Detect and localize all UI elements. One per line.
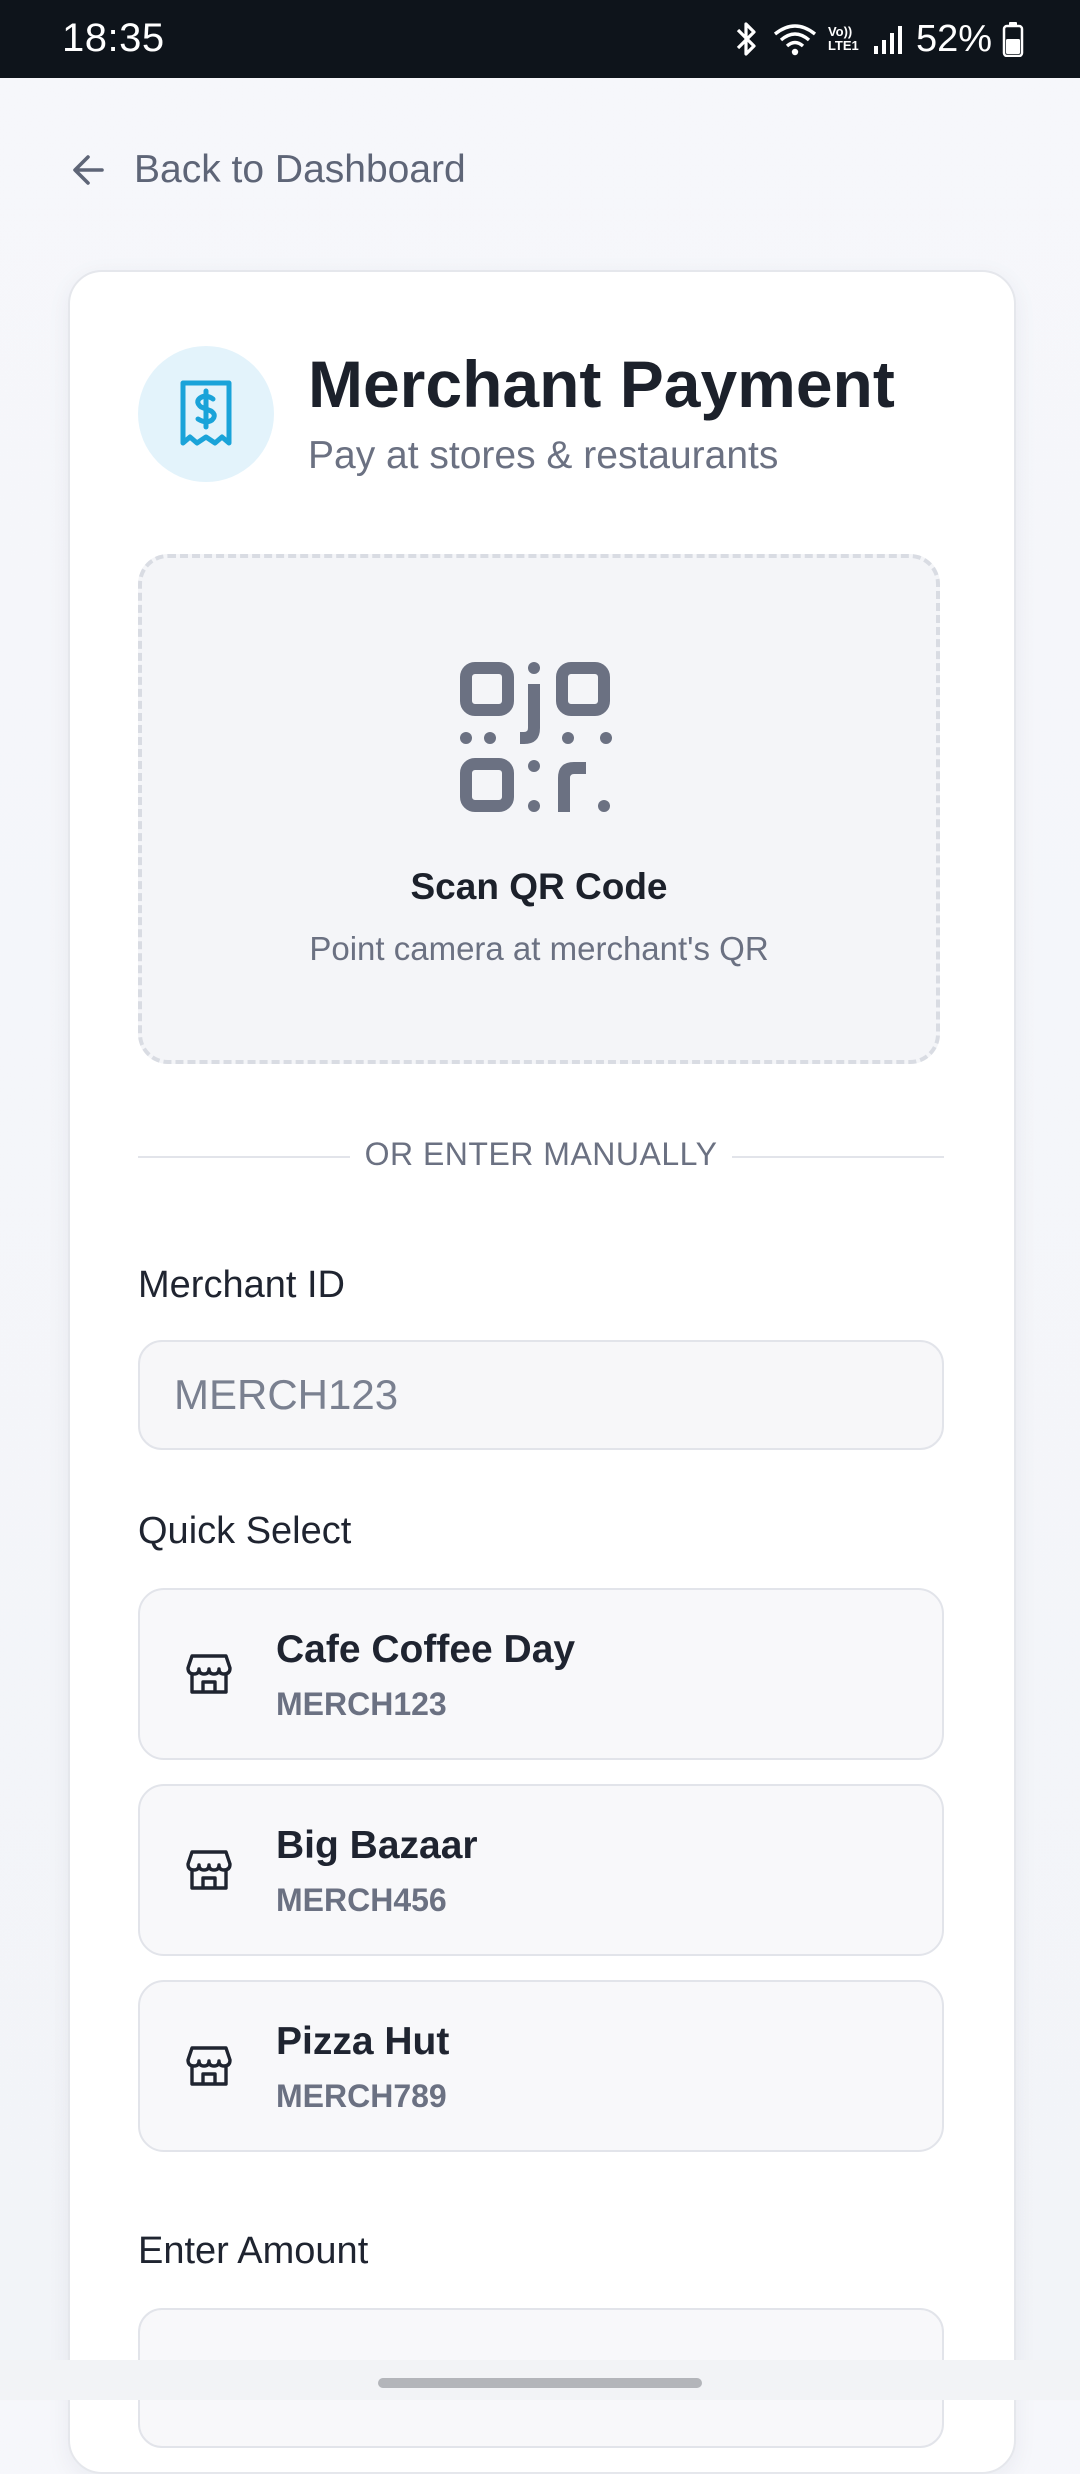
scan-qr-subtitle: Point camera at merchant's QR	[309, 930, 769, 967]
battery-icon	[1002, 21, 1024, 57]
quick-select-item[interactable]: Big Bazaar MERCH456	[138, 1784, 944, 1956]
merchant-name: Cafe Coffee Day	[276, 1628, 576, 1671]
signal-icon	[872, 22, 906, 56]
home-gesture-handle[interactable]	[378, 2378, 702, 2388]
divider-line-right	[732, 1156, 944, 1158]
store-icon	[186, 2044, 232, 2093]
status-icons: Vo)) LTE1 52%	[732, 16, 1024, 62]
page-title: Merchant Payment	[308, 347, 895, 421]
gesture-navigation-bar	[0, 2360, 1080, 2400]
status-bar: 18:35 Vo)) LTE1 52%	[0, 0, 1080, 78]
scan-qr-button[interactable]: Scan QR Code Point camera at merchant's …	[138, 554, 940, 1064]
qr-code-icon	[458, 660, 614, 821]
arrow-left-icon	[68, 149, 110, 191]
back-to-dashboard-link[interactable]: Back to Dashboard	[68, 148, 466, 192]
merchant-id-label: Merchant ID	[138, 1264, 345, 1306]
battery-percent: 52%	[915, 17, 992, 60]
volte-icon: Vo)) LTE1	[827, 24, 859, 53]
or-divider: OR ENTER MANUALLY	[138, 1134, 944, 1178]
merchant-id: MERCH123	[276, 1686, 447, 1722]
merchant-name: Pizza Hut	[276, 2020, 450, 2063]
merchant-name: Big Bazaar	[276, 1824, 478, 1867]
back-label: Back to Dashboard	[134, 148, 466, 191]
quick-select-item[interactable]: Cafe Coffee Day MERCH123	[138, 1588, 944, 1760]
divider-text: OR ENTER MANUALLY	[364, 1136, 718, 1172]
store-icon	[186, 1652, 232, 1701]
quick-select-item[interactable]: Pizza Hut MERCH789	[138, 1980, 944, 2152]
scan-qr-title: Scan QR Code	[410, 866, 668, 907]
store-icon	[186, 1848, 232, 1897]
payment-card: Merchant Payment Pay at stores & restaur…	[68, 270, 1016, 2474]
quick-select-label: Quick Select	[138, 1510, 352, 1552]
merchant-id-input[interactable]	[138, 1340, 944, 1450]
status-time: 18:35	[62, 16, 165, 60]
page-subtitle: Pay at stores & restaurants	[308, 434, 779, 477]
merchant-id: MERCH456	[276, 1882, 447, 1918]
merchant-id: MERCH789	[276, 2078, 447, 2114]
receipt-dollar-icon	[138, 346, 274, 482]
bluetooth-icon	[732, 20, 762, 58]
enter-amount-label: Enter Amount	[138, 2230, 369, 2272]
wifi-icon	[772, 20, 818, 58]
